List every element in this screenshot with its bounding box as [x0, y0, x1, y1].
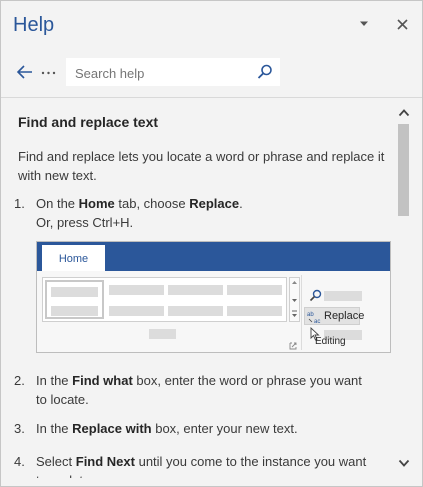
chevron-down-icon	[398, 459, 410, 467]
step-text-part: Select	[36, 454, 76, 469]
step-ui-term: Find Next	[75, 454, 135, 469]
scroll-thumb[interactable]	[398, 124, 409, 216]
article-intro: Find and replace lets you locate a word …	[18, 149, 385, 183]
step-ui-term: Find what	[72, 373, 133, 388]
replace-icon: abac	[307, 312, 320, 324]
step-text-part: In the	[36, 373, 73, 388]
step-text: Select Find Next until you come to the i…	[36, 452, 374, 478]
chevron-down-icon	[360, 21, 368, 26]
gallery-placeholder	[109, 285, 164, 295]
step-shortcut-text: Or, press Ctrl+H.	[36, 215, 134, 230]
scroll-down-button[interactable]	[397, 456, 411, 468]
step-text-part: tab, choose	[114, 196, 190, 211]
gallery-placeholder	[51, 306, 98, 316]
step-text-part: .	[239, 196, 243, 211]
step-text: In the Find what box, enter the word or …	[36, 371, 374, 409]
step-text: In the Replace with box, enter your new …	[36, 419, 374, 438]
step-ui-term: Replace	[189, 196, 240, 211]
gallery-placeholder	[227, 306, 282, 316]
svg-text:ac: ac	[314, 319, 320, 324]
pane-title: Help	[13, 14, 55, 36]
group-separator	[301, 275, 302, 350]
editing-group-label: Editing	[315, 336, 346, 347]
help-pane: Help Find and replace text Find and repl…	[0, 0, 423, 487]
close-icon	[396, 18, 408, 30]
find-row	[307, 288, 363, 304]
step-number: 1.	[14, 196, 25, 211]
ribbon-tab-bar: Home	[37, 242, 390, 272]
step-number: 4.	[14, 454, 25, 469]
scroll-up-button[interactable]	[397, 106, 411, 118]
ribbon-home-tab: Home	[42, 245, 105, 272]
back-arrow-icon	[16, 65, 32, 79]
gallery-placeholder	[168, 306, 223, 316]
gallery-scroll-arrows	[289, 277, 300, 322]
group-label-placeholder	[149, 329, 176, 339]
search-input[interactable]	[75, 63, 251, 83]
article-content: Find and replace text Find and replace l…	[1, 98, 395, 478]
svg-text:ab: ab	[307, 312, 314, 318]
search-icon	[257, 64, 272, 79]
gallery-placeholder	[227, 285, 282, 295]
replace-label: Replace	[324, 310, 365, 322]
step-number: 2.	[14, 373, 25, 388]
step-2: 2. In the Find what box, enter the word …	[14, 371, 384, 411]
gallery-placeholder	[109, 306, 164, 316]
step-4: 4. Select Find Next until you come to th…	[14, 452, 384, 478]
pane-options-button[interactable]	[353, 13, 375, 35]
gallery-scroll-arrows-icon	[292, 281, 297, 317]
more-options-button[interactable]	[40, 63, 58, 81]
find-label-placeholder	[324, 291, 362, 301]
dialog-launcher-icon	[289, 342, 297, 352]
replace-ribbon-button: ab ac Replace	[304, 307, 364, 325]
step-number: 3.	[14, 421, 25, 436]
more-icon	[41, 71, 56, 75]
gallery-selected-item	[45, 280, 104, 319]
ribbon-body: ab ac Replace Editing	[37, 271, 390, 352]
vertical-scrollbar[interactable]	[395, 98, 412, 478]
gallery-placeholder	[51, 287, 98, 297]
close-pane-button[interactable]	[391, 13, 413, 35]
step-text: On the Home tab, choose Replace. Or, pre…	[36, 194, 374, 232]
step-1: 1. On the Home tab, choose Replace. Or, …	[14, 194, 384, 234]
back-button[interactable]	[15, 63, 35, 81]
ribbon-screenshot: Home ab ac Replace Editing	[36, 241, 391, 353]
search-box	[66, 58, 280, 86]
step-ui-term: Home	[78, 196, 115, 211]
find-icon	[309, 289, 322, 302]
step-text-part: box, enter your new text.	[151, 421, 298, 436]
step-text-part: On the	[36, 196, 79, 211]
step-text-part: In the	[36, 421, 73, 436]
chevron-up-icon	[398, 109, 410, 117]
article-heading: Find and replace text	[18, 114, 159, 130]
search-button[interactable]	[256, 63, 274, 81]
step-ui-term: Replace with	[72, 421, 152, 436]
step-3: 3. In the Replace with box, enter your n…	[14, 419, 384, 439]
gallery-placeholder	[168, 285, 223, 295]
styles-gallery	[42, 277, 287, 322]
